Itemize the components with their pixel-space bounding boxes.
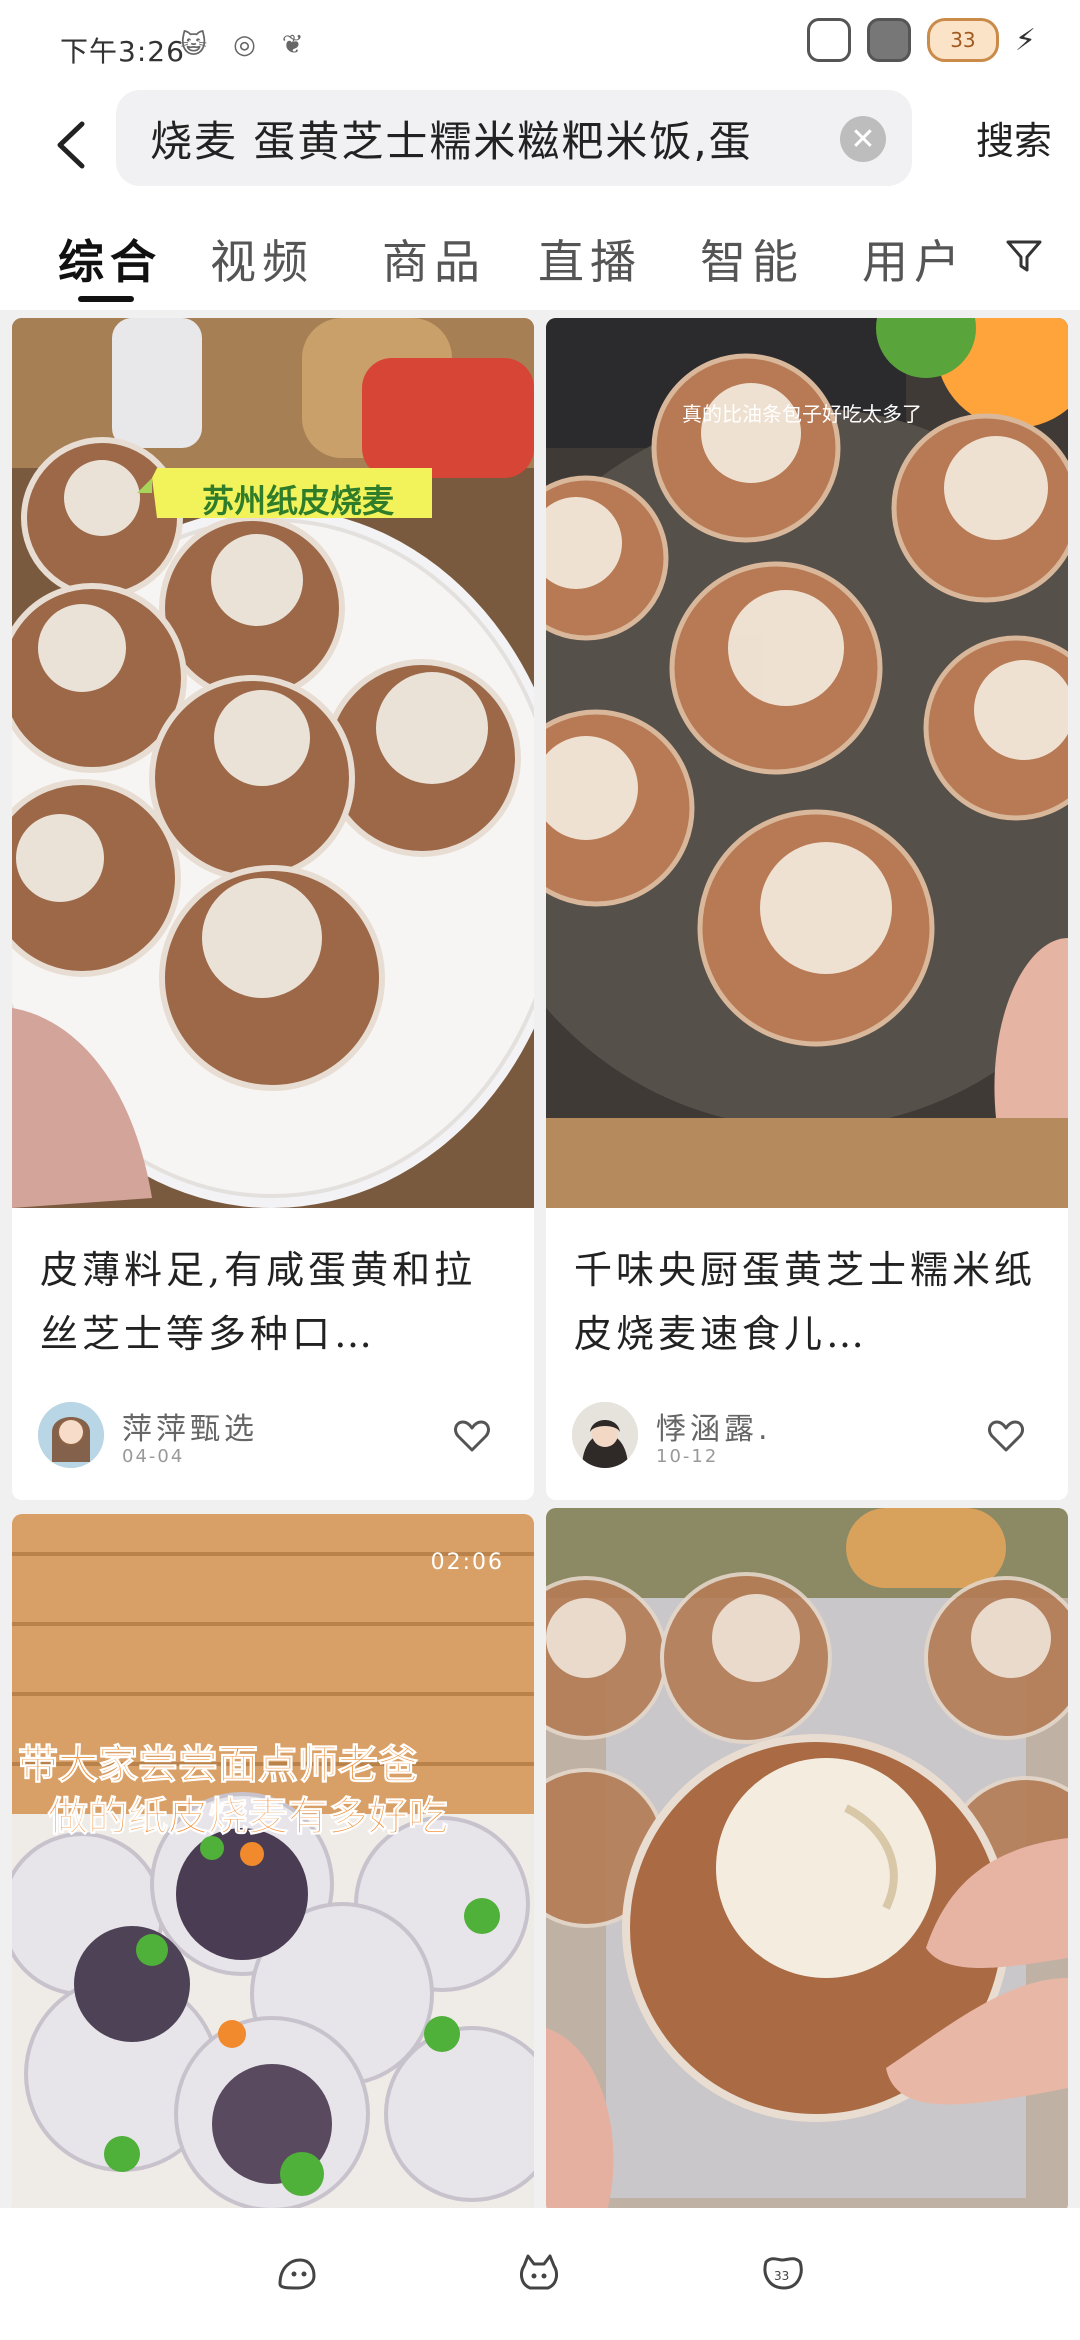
- video-card[interactable]: [546, 1508, 1068, 2208]
- card-thumbnail[interactable]: 苏州纸皮烧麦: [12, 318, 534, 1208]
- thumbnail-caption: 苏州纸皮烧麦: [202, 482, 395, 520]
- avatar-image: [572, 1402, 638, 1468]
- search-query[interactable]: 烧麦 蛋黄芝士糯米糍粑米饭,蛋: [150, 108, 790, 169]
- notification-app-icon: ◎: [233, 30, 256, 60]
- svg-text:33: 33: [774, 2269, 789, 2283]
- heart-icon[interactable]: [986, 1416, 1026, 1456]
- shaomai-steamer-image: [12, 1514, 534, 2208]
- author-name[interactable]: 萍萍甄选: [122, 1404, 258, 1448]
- status-time: 下午3:26: [60, 35, 185, 68]
- tab-smart[interactable]: 智能: [700, 226, 804, 292]
- card-info: 皮薄料足,有咸蛋黄和拉丝芝士等多种口… 萍萍甄选 04-04: [12, 1208, 534, 1500]
- close-icon: ✕: [850, 121, 876, 157]
- card-info: 千味央厨蛋黄芝士糯米纸皮烧麦速食儿… 悸涵露. 10-12: [546, 1208, 1068, 1500]
- tab-video[interactable]: 视频: [210, 226, 314, 292]
- tab-users[interactable]: 用户: [862, 226, 966, 292]
- video-card[interactable]: 真的比油条包子好吃太多了 千味央厨蛋黄芝士糯米纸皮烧麦速食儿… 悸涵露. 10-…: [546, 318, 1068, 1500]
- battery-icon: 33: [926, 18, 999, 62]
- search-input[interactable]: 烧麦 蛋黄芝士糯米糍粑米饭,蛋 ✕: [116, 90, 912, 186]
- shaomai-tray-image: [546, 318, 1068, 1208]
- bottom-sticker-bar: 33: [0, 2208, 1080, 2340]
- video-card[interactable]: 苏州纸皮烧麦 皮薄料足,有咸蛋黄和拉丝芝士等多种口… 萍萍甄选 04-04: [12, 318, 534, 1500]
- post-date: 10-12: [656, 1446, 719, 1467]
- result-tabs: 综合 视频 商品 直播 智能 用户: [0, 200, 1080, 310]
- filter-icon[interactable]: [1004, 236, 1044, 276]
- back-arrow-icon: [57, 121, 85, 169]
- status-bar: 下午3:26 😺 ◎ ❦ 33 ⚡: [0, 0, 1080, 90]
- post-date: 04-04: [122, 1446, 185, 1467]
- card-thumbnail[interactable]: [546, 1508, 1068, 2208]
- notification-cat-icon: 😺: [180, 30, 208, 60]
- cat-sticker-dark-icon: [866, 18, 911, 62]
- result-feed: 苏州纸皮烧麦 皮薄料足,有咸蛋黄和拉丝芝士等多种口… 萍萍甄选 04-04 真的…: [0, 318, 1080, 2208]
- thumbnail-caption-line1: 带大家尝尝面点师老爸: [18, 1742, 419, 1789]
- author-name[interactable]: 悸涵露.: [656, 1404, 772, 1448]
- heart-icon[interactable]: [452, 1416, 492, 1456]
- card-title: 皮薄料足,有咸蛋黄和拉丝芝士等多种口…: [40, 1248, 477, 1356]
- video-card[interactable]: 02:06 带大家尝尝面点师老爸 做的纸皮烧麦有多好吃: [12, 1514, 534, 2208]
- search-header: 烧麦 蛋黄芝士糯米糍粑米饭,蛋 ✕ 搜索: [0, 90, 1080, 200]
- shaomai-hand-image: [546, 1508, 1068, 2208]
- thumbnail-caption: 真的比油条包子好吃太多了: [682, 402, 922, 426]
- back-button[interactable]: [40, 112, 100, 178]
- avatar[interactable]: [38, 1402, 104, 1468]
- thumbnail-caption-line2: 做的纸皮烧麦有多好吃: [48, 1794, 449, 1841]
- cat-sticker-icon: [806, 18, 851, 62]
- shaomai-plate-image: [12, 318, 534, 1208]
- card-thumbnail[interactable]: 真的比油条包子好吃太多了: [546, 318, 1068, 1208]
- video-duration: 02:06: [430, 1550, 504, 1575]
- tab-comprehensive[interactable]: 综合: [58, 226, 162, 292]
- card-title: 千味央厨蛋黄芝士糯米纸皮烧麦速食儿…: [574, 1248, 1037, 1356]
- active-tab-indicator: [78, 296, 134, 302]
- clear-search-button[interactable]: ✕: [840, 116, 886, 162]
- status-notification-icons: 😺 ◎ ❦: [180, 30, 304, 60]
- status-system-icons: 33 ⚡: [806, 18, 1036, 62]
- charging-icon: ⚡: [1014, 22, 1036, 58]
- search-button[interactable]: 搜索: [976, 110, 1052, 165]
- card-thumbnail[interactable]: 02:06 带大家尝尝面点师老爸 做的纸皮烧麦有多好吃: [12, 1514, 534, 2208]
- cat-sticker-1-icon[interactable]: [276, 2254, 318, 2292]
- cat-sticker-3-icon[interactable]: 33: [762, 2254, 804, 2292]
- notification-paw-icon: ❦: [281, 30, 304, 60]
- author-row: 悸涵露. 10-12: [572, 1402, 1042, 1472]
- cat-sticker-2-icon[interactable]: [518, 2254, 560, 2292]
- author-row: 萍萍甄选 04-04: [38, 1402, 508, 1472]
- avatar-image: [38, 1402, 104, 1468]
- tab-live[interactable]: 直播: [538, 226, 642, 292]
- tab-products[interactable]: 商品: [382, 226, 486, 292]
- avatar[interactable]: [572, 1402, 638, 1468]
